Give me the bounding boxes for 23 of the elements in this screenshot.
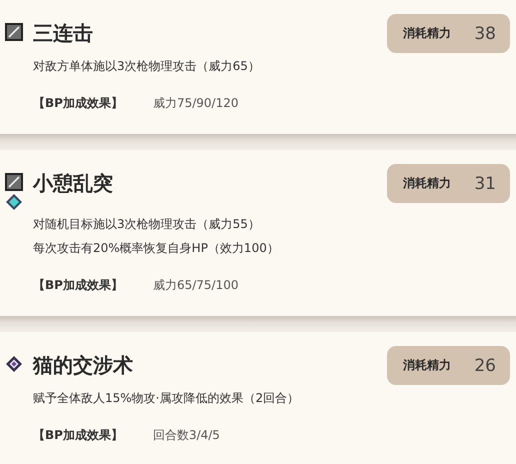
cost-label: 消耗精力 — [403, 175, 451, 192]
cost-label: 消耗精力 — [403, 357, 451, 374]
cost-value: 31 — [474, 174, 496, 194]
bp-label: 【BP加成效果】 — [33, 427, 123, 444]
skill-title: 小憩乱突 — [33, 170, 114, 197]
skill-title: 猫的交涉术 — [33, 352, 134, 379]
gem-icon — [5, 193, 23, 211]
bp-value: 威力75/90/120 — [152, 95, 238, 112]
cost-value: 26 — [474, 356, 496, 376]
bp-label: 【BP加成效果】 — [33, 277, 123, 294]
bp-value: 回合数3/4/5 — [152, 427, 220, 444]
cost-value: 38 — [474, 24, 496, 44]
cost-label: 消耗精力 — [403, 25, 451, 42]
bp-value: 威力65/75/100 — [152, 277, 238, 294]
spear-icon — [5, 23, 23, 41]
skill-description: 对随机目标施以3次枪物理攻击（威力55） — [33, 216, 261, 233]
skill-title: 三连击 — [33, 20, 94, 47]
skill-description: 对敌方单体施以3次枪物理攻击（威力65） — [33, 58, 261, 75]
gem-icon — [5, 355, 23, 373]
bp-label: 【BP加成效果】 — [33, 95, 123, 112]
skill-description: 每次攻击有20%概率恢复自身HP（效力100） — [33, 240, 280, 257]
skill-description: 赋予全体敌人15%物攻·属攻降低的效果（2回合） — [33, 390, 300, 407]
spear-icon — [5, 173, 23, 191]
